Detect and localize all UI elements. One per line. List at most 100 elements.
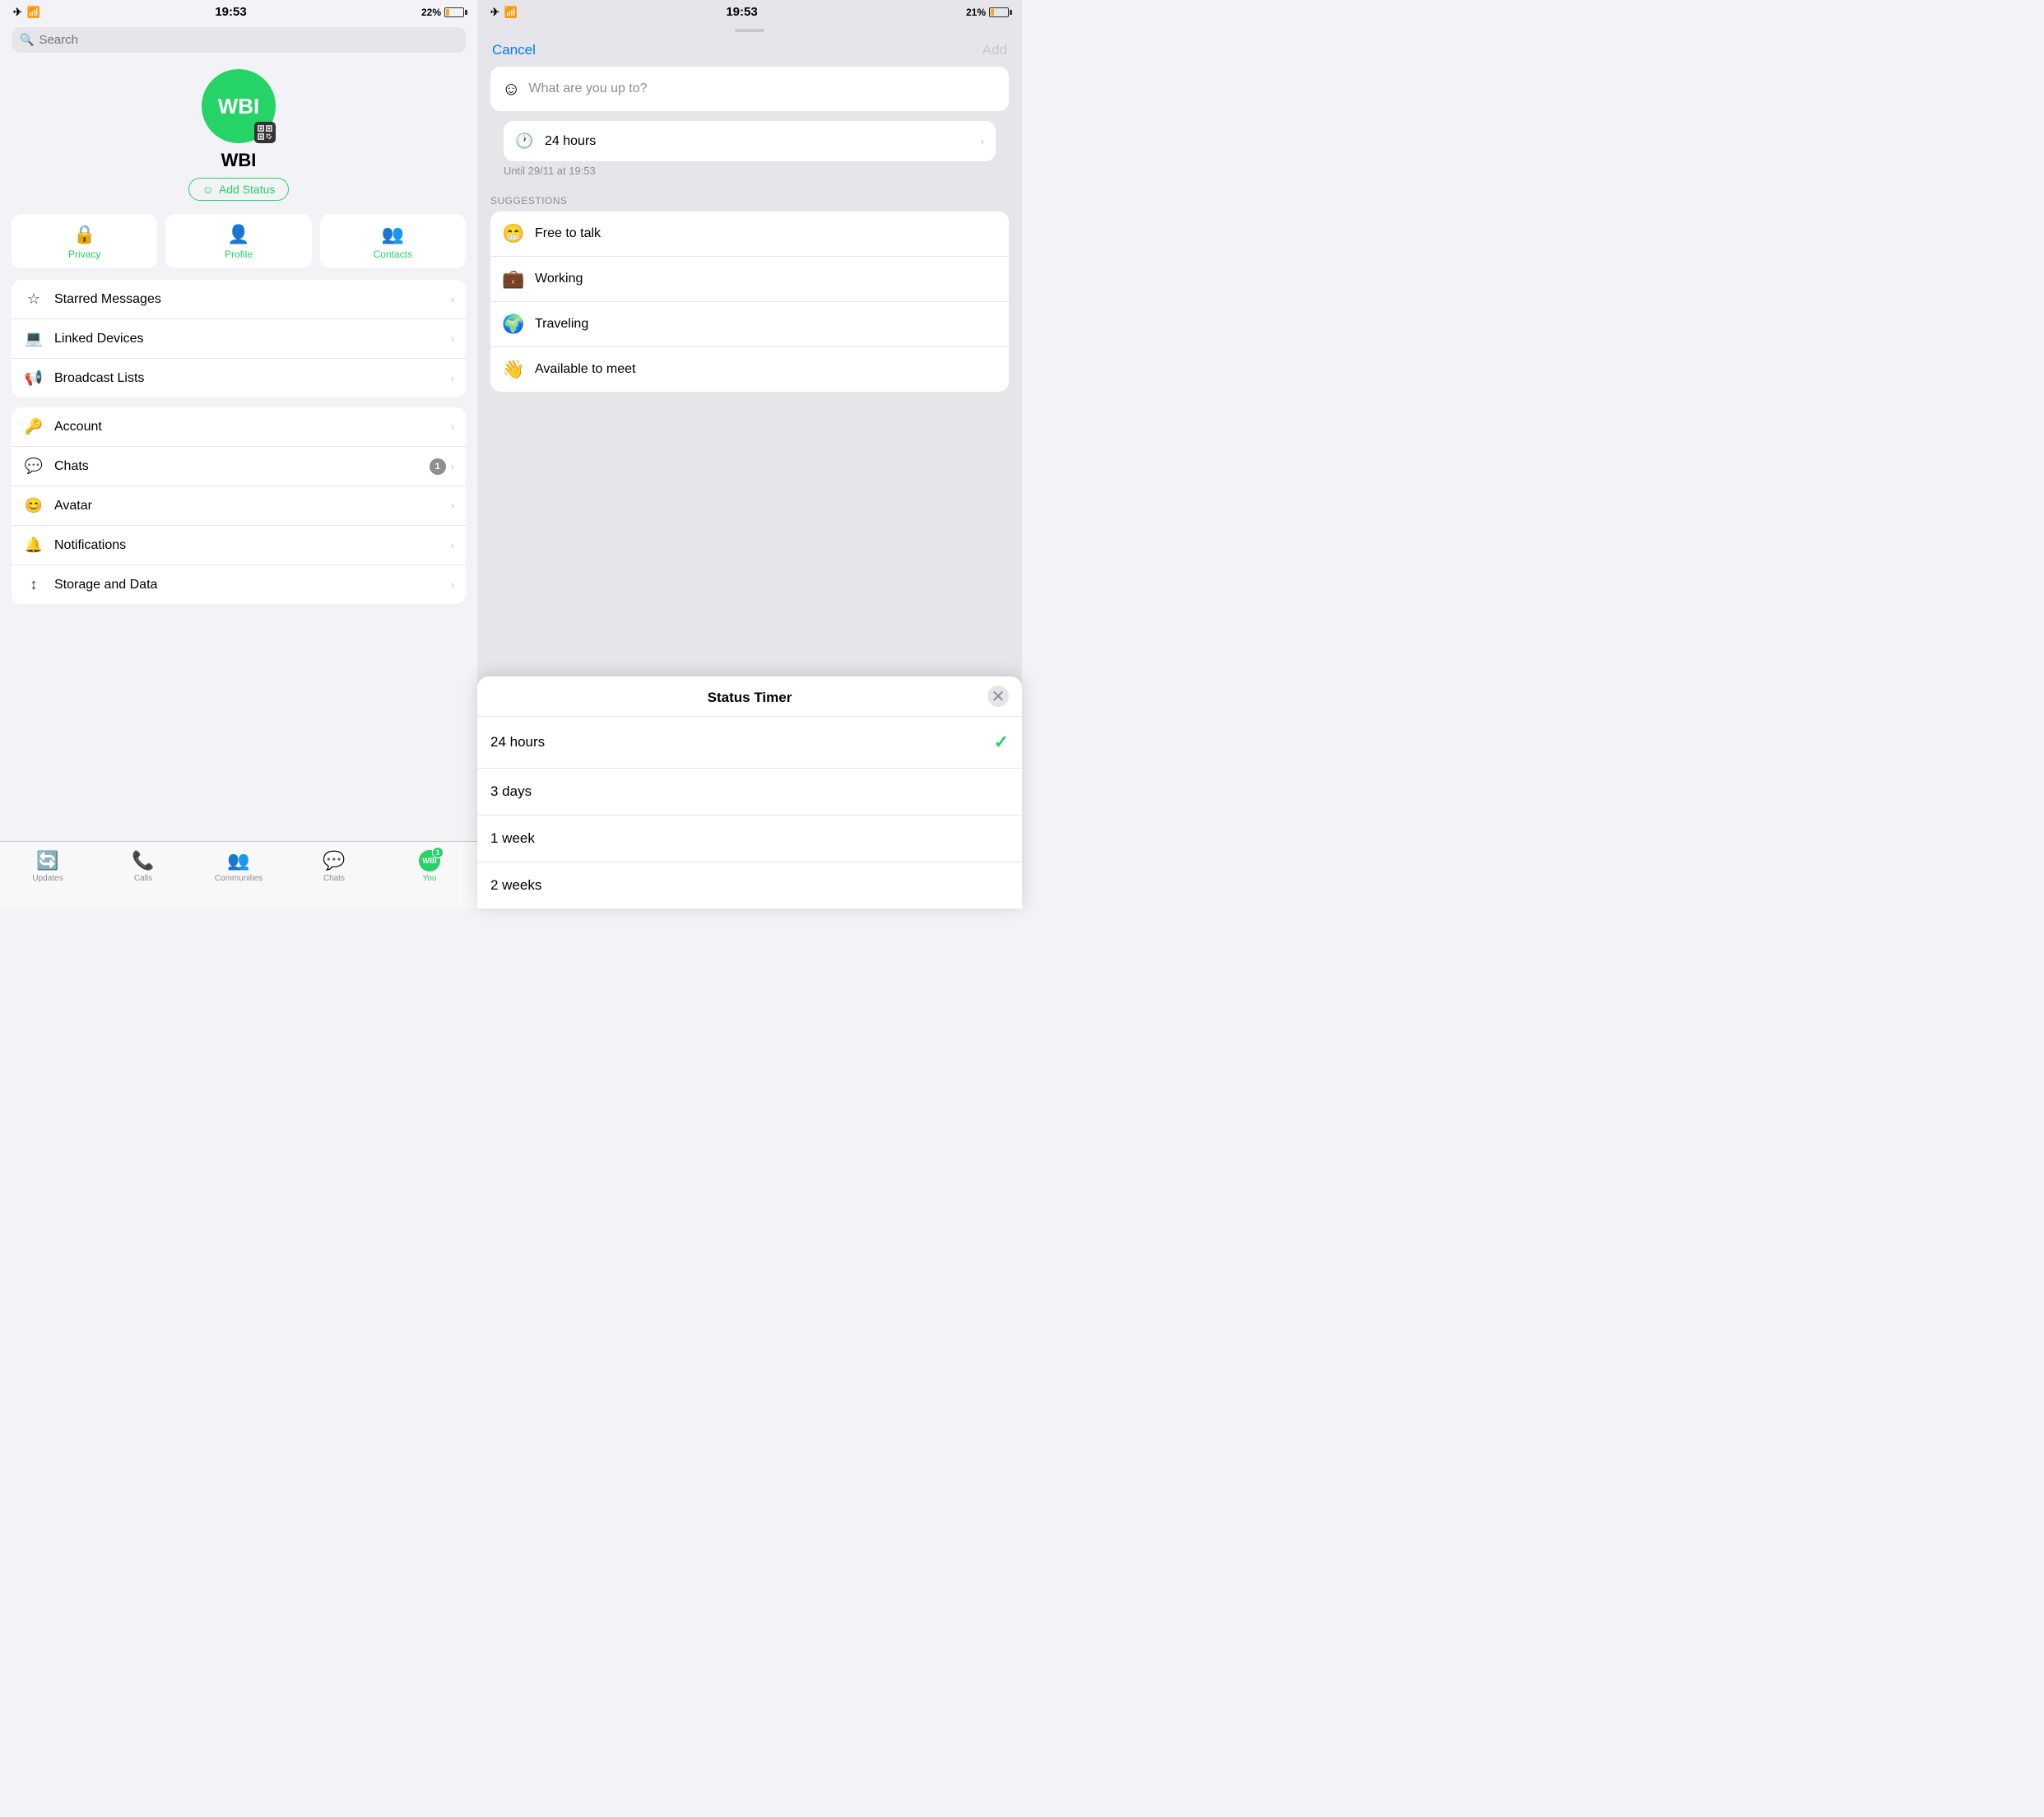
chat-icon: 💬 [23,458,44,475]
suggestions-header: SUGGESTIONS [477,185,1022,211]
chevron-right-icon: › [451,579,454,591]
communities-icon: 👥 [227,850,249,871]
duration-item[interactable]: 🕐 24 hours › [504,121,996,161]
notifications-item[interactable]: 🔔 Notifications › [12,526,466,565]
starred-messages-label: Starred Messages [54,292,451,307]
contacts-label: Contacts [374,249,412,260]
traveling-label: Traveling [535,317,588,332]
timer-option-1week[interactable]: 1 week [477,816,1022,862]
updates-icon: 🔄 [36,850,58,871]
tab-chats[interactable]: 💬 Chats [286,850,382,883]
tab-calls-label: Calls [134,874,152,883]
available-emoji: 👋 [502,359,525,380]
avatar-container: WBI [202,69,276,143]
duration-label: 24 hours [545,134,981,149]
chevron-right-icon: › [451,372,454,384]
profile-button[interactable]: 👤 Profile [165,214,311,268]
starred-messages-item[interactable]: ☆ Starred Messages › [12,280,466,319]
timer-check-icon: ✓ [994,732,1009,753]
linked-devices-item[interactable]: 💻 Linked Devices › [12,319,466,359]
tab-communities[interactable]: 👥 Communities [191,850,286,883]
add-status-button[interactable]: ☺ Add Status [188,178,290,201]
cancel-button[interactable]: Cancel [492,42,536,58]
duration-note: Until 29/11 at 19:53 [490,161,1009,185]
broadcast-lists-label: Broadcast Lists [54,371,451,386]
battery-icon-left [444,7,464,17]
right-status-right: 21% [966,7,1009,18]
status-input-placeholder: What are you up to? [528,81,997,96]
battery-percent-right: 21% [966,7,986,18]
tab-communities-label: Communities [215,874,262,883]
left-status-bar: ✈ 📶 19:53 22% [0,0,477,22]
contacts-button[interactable]: 👥 Contacts [320,214,466,268]
timer-option-2weeks[interactable]: 2 weeks [477,862,1022,908]
avatar-label: Avatar [54,499,451,514]
chevron-right-icon: › [451,460,454,472]
airplane-icon: ✈ [13,6,22,19]
tab-chats-label: Chats [323,874,345,883]
chats-item[interactable]: 💬 Chats 1 › [12,447,466,486]
menu-group-1: ☆ Starred Messages › 💻 Linked Devices › … [12,280,466,397]
storage-item[interactable]: ↕ Storage and Data › [12,565,466,604]
account-item[interactable]: 🔑 Account › [12,407,466,447]
status-emoji-icon: ☺ [502,78,520,100]
broadcast-icon: 📢 [23,369,44,387]
suggestion-available[interactable]: 👋 Available to meet [490,347,1009,392]
privacy-label: Privacy [68,249,100,260]
suggestion-traveling[interactable]: 🌍 Traveling [490,302,1009,347]
timer-option-3days[interactable]: 3 days [477,769,1022,816]
storage-label: Storage and Data [54,578,451,592]
search-bar: 🔍 [12,27,466,53]
right-status-bar: ✈ 📶 19:53 21% [477,0,1022,22]
timer-option-24h[interactable]: 24 hours ✓ [477,717,1022,769]
wifi-icon: 📶 [27,6,40,19]
privacy-icon: 🔒 [73,224,95,245]
key-icon: 🔑 [23,418,44,435]
add-status-label: Add Status [219,183,276,196]
chevron-right-icon: › [451,539,454,551]
traveling-emoji: 🌍 [502,314,525,335]
status-input-area[interactable]: ☺ What are you up to? [490,67,1009,111]
suggestion-working[interactable]: 💼 Working [490,257,1009,302]
suggestions-list: 😁 Free to talk 💼 Working 🌍 Traveling 👋 A… [490,211,1009,392]
avatar-icon: 😊 [23,497,44,514]
laptop-icon: 💻 [23,330,44,347]
chevron-right-icon: › [451,332,454,345]
smiley-icon: ☺ [202,183,214,196]
chats-label: Chats [54,459,430,474]
tab-updates[interactable]: 🔄 Updates [0,850,95,883]
chevron-right-icon: › [451,293,454,305]
profile-label: Profile [225,249,253,260]
tab-calls[interactable]: 📞 Calls [95,850,191,883]
you-badge: 1 [432,847,444,858]
suggestion-free-to-talk[interactable]: 😁 Free to talk [490,211,1009,257]
privacy-button[interactable]: 🔒 Privacy [12,214,157,268]
chats-badge: 1 [430,458,446,475]
clock-icon: 🕐 [515,132,537,150]
sheet-header: Cancel Add [477,32,1022,67]
avatar-item[interactable]: 😊 Avatar › [12,486,466,526]
qr-badge[interactable] [254,122,276,143]
avatar-initials: WBI [218,94,260,119]
you-initials: WBI [422,857,437,865]
timer-options: 24 hours ✓ 3 days 1 week 2 weeks [477,717,1022,908]
menu-group-2: 🔑 Account › 💬 Chats 1 › 😊 Avatar › 🔔 Not… [12,407,466,604]
notifications-label: Notifications [54,538,451,553]
status-timer-sheet: Status Timer ✕ 24 hours ✓ 3 days 1 week … [477,676,1022,908]
right-panel: ✈ 📶 19:53 21% Cancel Add ☺ What are you … [477,0,1022,908]
broadcast-lists-item[interactable]: 📢 Broadcast Lists › [12,359,466,397]
chevron-right-icon: › [451,421,454,433]
linked-devices-label: Linked Devices [54,332,451,346]
search-input[interactable] [39,33,458,47]
left-time: 19:53 [215,5,246,19]
timer-24h-label: 24 hours [490,734,994,750]
timer-close-button[interactable]: ✕ [987,685,1009,707]
status-bar-left: ✈ 📶 [13,6,40,19]
search-icon: 🔍 [20,33,34,47]
left-panel: ✈ 📶 19:53 22% 🔍 WBI [0,0,477,908]
account-label: Account [54,420,451,434]
timer-2weeks-label: 2 weeks [490,877,1009,894]
tab-you-label: You [423,874,437,883]
tab-you[interactable]: WBI 1 You [382,850,477,883]
storage-icon: ↕ [23,576,44,593]
